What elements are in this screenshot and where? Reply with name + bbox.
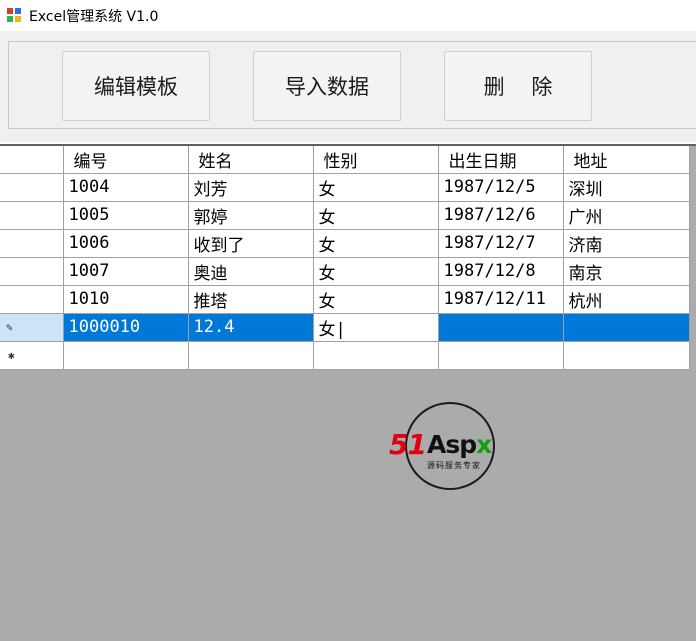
- row-header-corner[interactable]: [0, 146, 64, 174]
- cell-birthdate[interactable]: [438, 313, 564, 342]
- cell-gender[interactable]: 女: [313, 285, 439, 314]
- edit-template-button[interactable]: 编辑模板: [62, 51, 210, 121]
- cell-name[interactable]: 收到了: [188, 229, 314, 258]
- cell-birthdate[interactable]: 1987/12/6: [438, 201, 564, 230]
- cell-address[interactable]: 广州: [563, 201, 690, 230]
- selected-table-row[interactable]: ✎ 1000010 12.4 女|: [0, 313, 690, 342]
- cell-new[interactable]: [438, 341, 564, 370]
- cell-address[interactable]: [563, 313, 690, 342]
- cell-name[interactable]: 12.4: [188, 313, 314, 342]
- row-header[interactable]: [0, 285, 64, 314]
- row-header[interactable]: [0, 229, 64, 258]
- cell-id[interactable]: 1006: [63, 229, 189, 258]
- cell-address[interactable]: 杭州: [563, 285, 690, 314]
- logo-aspx-text: Aspx: [427, 430, 492, 459]
- delete-button[interactable]: 删 除: [444, 51, 592, 121]
- cell-new[interactable]: [563, 341, 690, 370]
- pencil-icon: ✎: [6, 320, 13, 334]
- cell-birthdate[interactable]: 1987/12/11: [438, 285, 564, 314]
- column-header-birthdate[interactable]: 出生日期: [438, 146, 564, 174]
- asterisk-icon: ✱: [8, 348, 15, 362]
- cell-id[interactable]: 1007: [63, 257, 189, 286]
- cell-name[interactable]: 推塔: [188, 285, 314, 314]
- column-header-address[interactable]: 地址: [563, 146, 690, 174]
- row-header[interactable]: [0, 257, 64, 286]
- logo-tagline: 源码服务专家: [427, 461, 481, 470]
- column-header-name[interactable]: 姓名: [188, 146, 314, 174]
- cell-name[interactable]: 刘芳: [188, 173, 314, 202]
- cell-gender[interactable]: 女: [313, 173, 439, 202]
- cell-gender[interactable]: 女: [313, 229, 439, 258]
- data-grid[interactable]: 编号 姓名 性别 出生日期 地址 1004 刘芳 女 1987/12/5 深圳 …: [0, 146, 690, 370]
- row-header[interactable]: [0, 173, 64, 202]
- column-header-gender[interactable]: 性别: [313, 146, 439, 174]
- cell-gender[interactable]: 女: [313, 257, 439, 286]
- cell-id[interactable]: 1005: [63, 201, 189, 230]
- row-header-editing[interactable]: ✎: [0, 313, 64, 342]
- cell-address[interactable]: 深圳: [563, 173, 690, 202]
- title-bar: Excel管理系统 V1.0: [0, 0, 696, 31]
- table-row[interactable]: 1010 推塔 女 1987/12/11 杭州: [0, 285, 690, 314]
- 51aspx-watermark-logo: 51 Aspx 源码服务专家: [389, 402, 509, 494]
- cell-new[interactable]: [63, 341, 189, 370]
- row-header[interactable]: [0, 201, 64, 230]
- cell-new[interactable]: [313, 341, 439, 370]
- row-header-new[interactable]: ✱: [0, 341, 64, 370]
- column-header-id[interactable]: 编号: [63, 146, 189, 174]
- excel-app-icon: [6, 7, 22, 23]
- cell-birthdate[interactable]: 1987/12/8: [438, 257, 564, 286]
- cell-gender-editing[interactable]: 女|: [313, 313, 439, 342]
- window-title: Excel管理系统 V1.0: [29, 9, 159, 25]
- new-row[interactable]: ✱: [0, 341, 690, 370]
- cell-id[interactable]: 1000010: [63, 313, 189, 342]
- logo-51-text: 51: [389, 428, 427, 461]
- cell-name[interactable]: 奥迪: [188, 257, 314, 286]
- table-row[interactable]: 1007 奥迪 女 1987/12/8 南京: [0, 257, 690, 286]
- import-data-button[interactable]: 导入数据: [253, 51, 401, 121]
- table-row[interactable]: 1006 收到了 女 1987/12/7 济南: [0, 229, 690, 258]
- cell-address[interactable]: 济南: [563, 229, 690, 258]
- cell-new[interactable]: [188, 341, 314, 370]
- grid-header-row: 编号 姓名 性别 出生日期 地址: [0, 146, 690, 174]
- cell-name[interactable]: 郭婷: [188, 201, 314, 230]
- cell-id[interactable]: 1004: [63, 173, 189, 202]
- cell-id[interactable]: 1010: [63, 285, 189, 314]
- cell-birthdate[interactable]: 1987/12/5: [438, 173, 564, 202]
- cell-address[interactable]: 南京: [563, 257, 690, 286]
- cell-birthdate[interactable]: 1987/12/7: [438, 229, 564, 258]
- logo-asp-part: Asp: [427, 430, 477, 459]
- cell-gender[interactable]: 女: [313, 201, 439, 230]
- table-row[interactable]: 1004 刘芳 女 1987/12/5 深圳: [0, 173, 690, 202]
- table-row[interactable]: 1005 郭婷 女 1987/12/6 广州: [0, 201, 690, 230]
- logo-x-part: x: [476, 430, 492, 459]
